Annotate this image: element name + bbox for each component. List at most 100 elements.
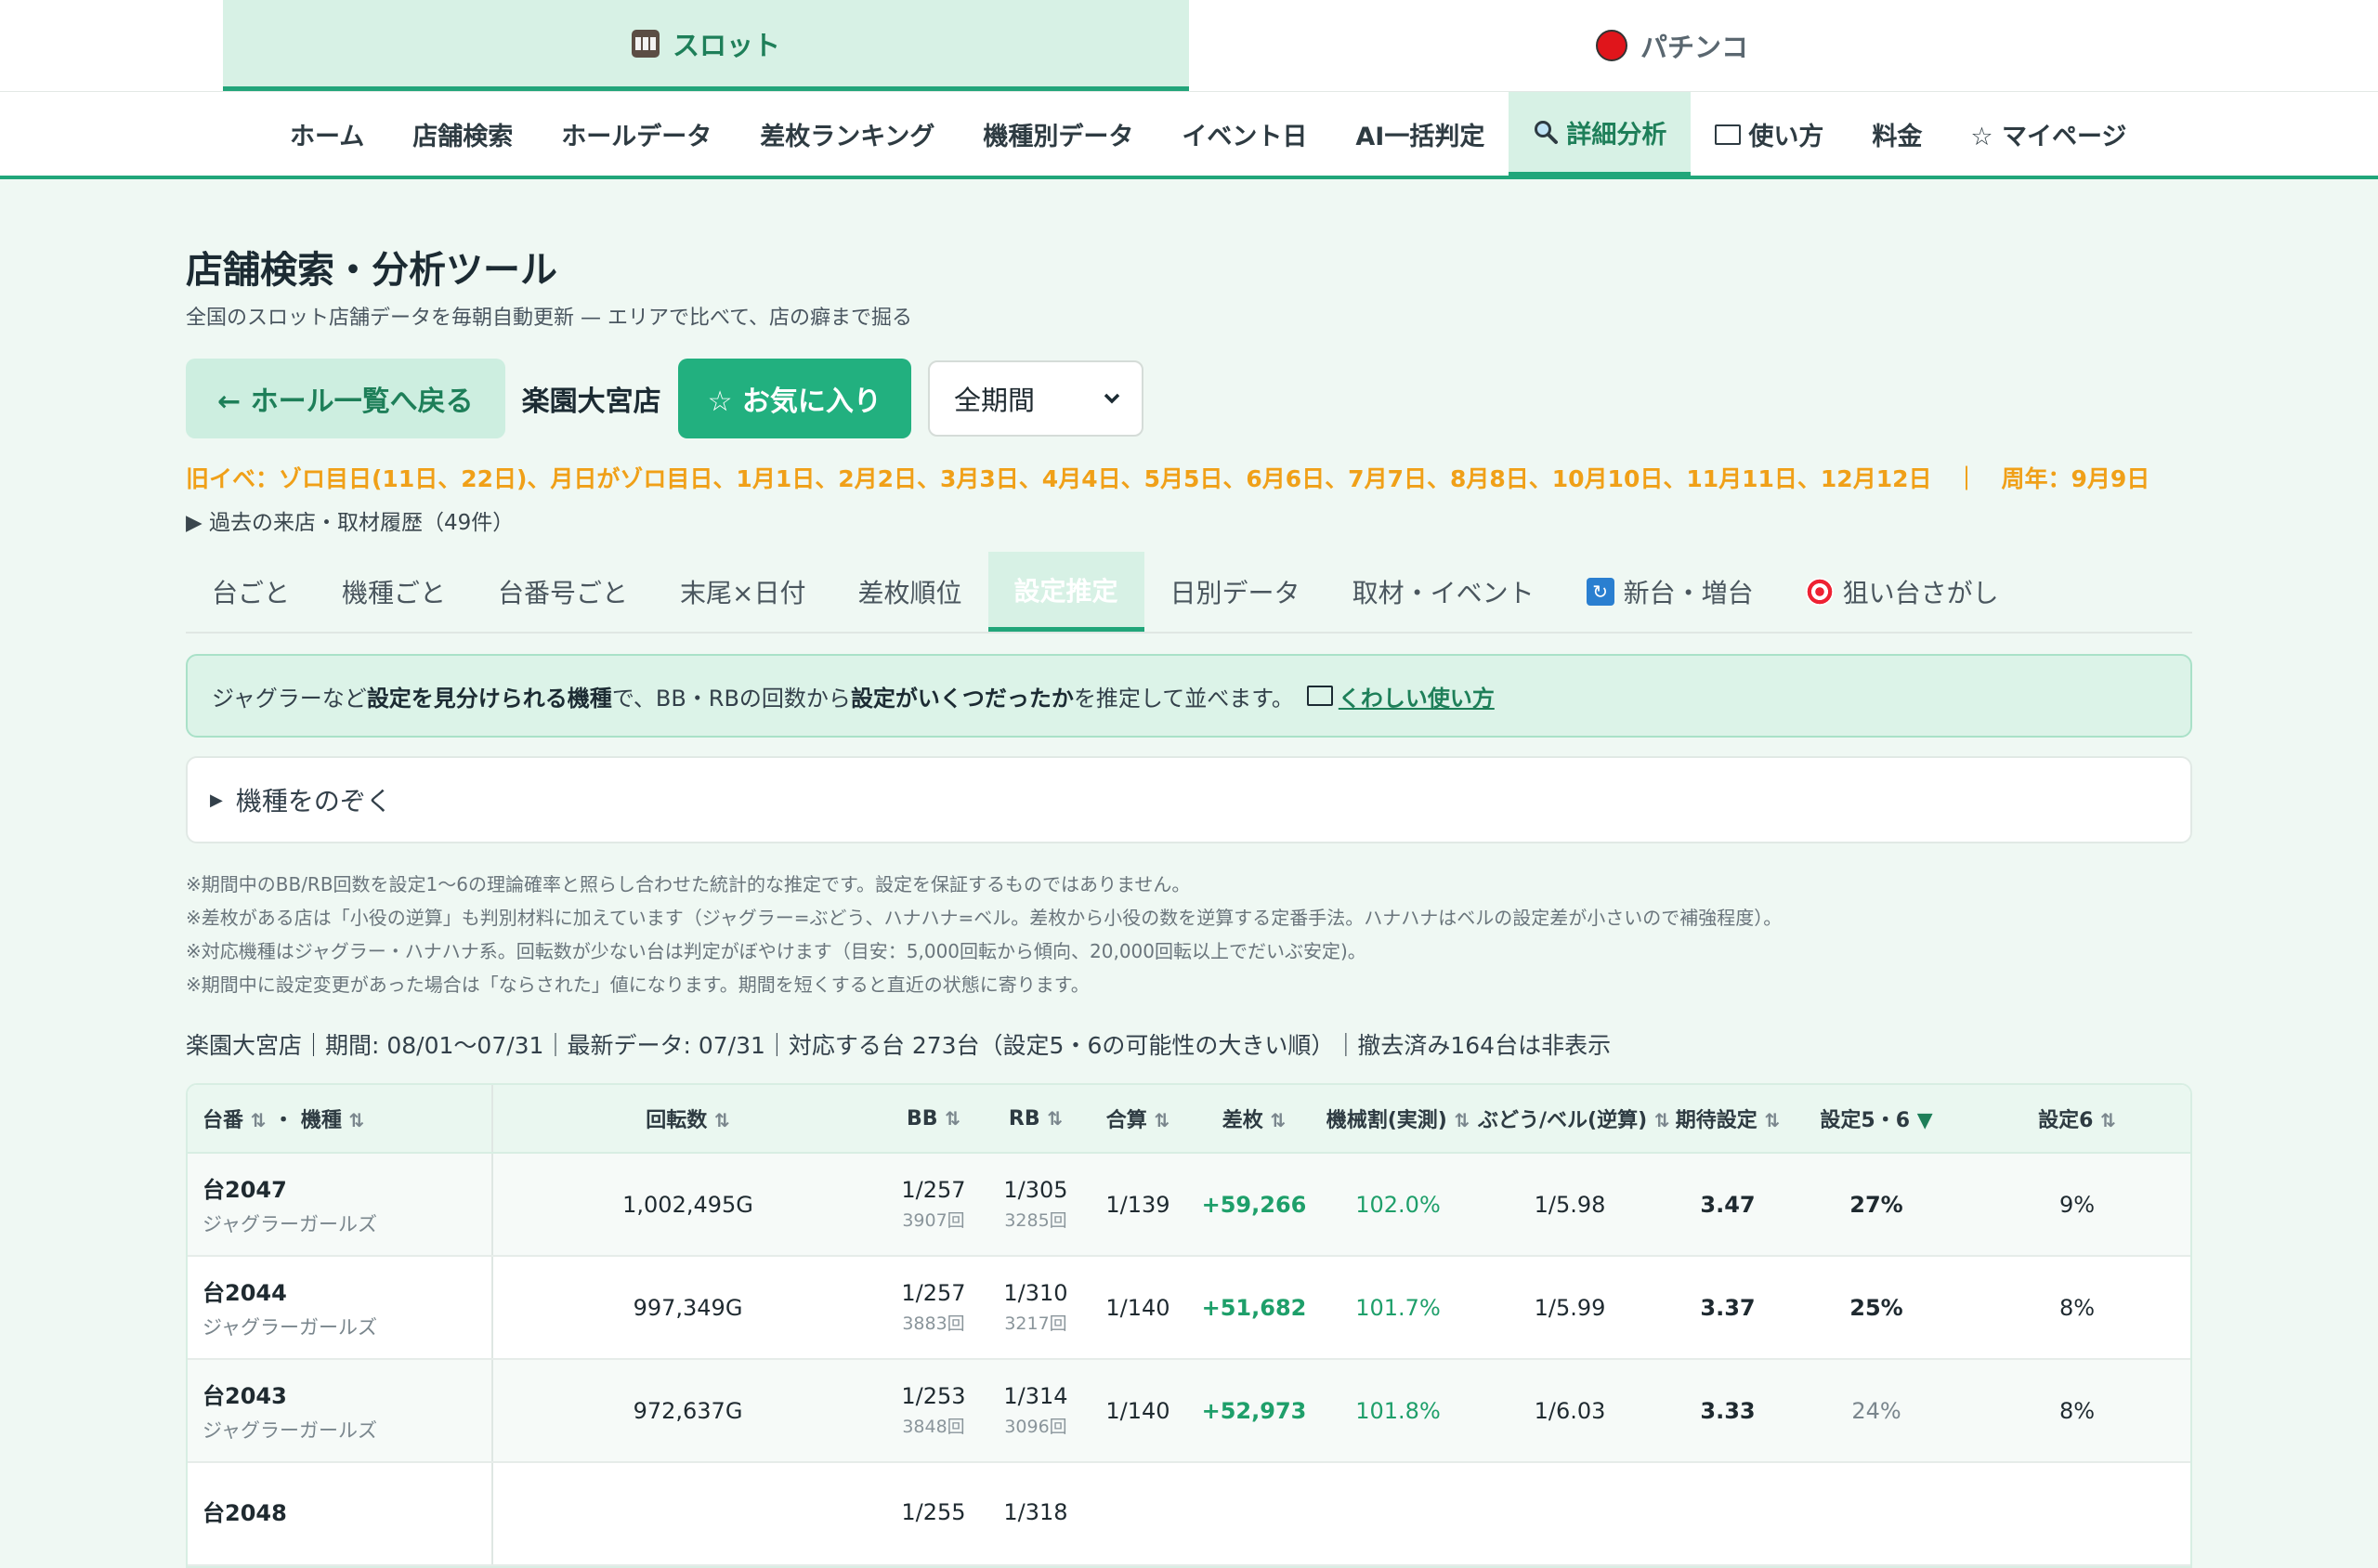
period-select[interactable]: 全期間 [927,360,1143,437]
subtab-daily-data[interactable]: 日別データ [1144,552,1326,632]
setting-estimate-table: 台番 ⇅ ・ 機種 ⇅ 回転数 ⇅ BB ⇅ RB ⇅ 合算 ⇅ 差枚 ⇅ 機械… [186,1083,2192,1568]
nav-hall-data[interactable]: ホールデータ [537,92,736,176]
mode-tab-pachinko[interactable]: パチンコ [1189,0,2155,91]
info-text: ジャグラーなど [212,685,367,712]
col-grape-header[interactable]: ぶどう/ベル(逆算) ⇅ [1477,1085,1670,1154]
note-line: ※期間中のBB/RB回数を設定1〜6の理論確率と照らし合わせた統計的な推定です。… [186,873,1191,895]
cell-bb: 1/257 3883回 [882,1256,985,1360]
cell-spins: 972,637G [492,1359,882,1463]
cell-grape: 1/5.99 [1477,1256,1663,1360]
subtab-target-search[interactable]: 狙い台さがし [1780,552,2025,632]
main-nav: ホーム 店舗検索 ホールデータ 差枚ランキング 機種別データ イベント日 AI一… [0,91,2378,179]
col-payout-header[interactable]: 機械割(実測) ⇅ [1319,1085,1477,1154]
rb-prob: 1/310 [1003,1280,1068,1306]
header-label: 合算 [1105,1109,1147,1132]
nav-detail-analysis[interactable]: 詳細分析 [1509,92,1692,176]
notes: ※期間中のBB/RB回数を設定1〜6の理論確率と照らし合わせた統計的な推定です。… [186,868,1782,1001]
nav-ai-judge[interactable]: AI一括判定 [1331,92,1509,176]
col-bb-header[interactable]: BB ⇅ [882,1085,985,1154]
nav-label: AI一括判定 [1355,123,1485,151]
chevron-down-icon [1104,393,1120,404]
cell-s6: 8% [1960,1359,2190,1463]
cell-bb: 1/257 3907回 [882,1153,985,1257]
mode-tab-label: パチンコ [1640,32,1748,63]
header-label: ・ [273,1109,294,1132]
header-label: 設定6 [2038,1109,2094,1132]
subtab-per-machine[interactable]: 台ごと [186,552,316,632]
cell-expected: 3.47 [1663,1153,1793,1257]
nav-diff-ranking[interactable]: 差枚ランキング [736,92,959,176]
col-spins-header[interactable]: 回転数 ⇅ [492,1085,882,1154]
table-row[interactable]: 台2043 ジャグラーガールズ 972,637G 1/253 3848回 1/314 309… [188,1359,2190,1463]
table-row[interactable]: 台2047 ジャグラーガールズ 1,002,495G 1/257 3907回 1/305 3… [188,1153,2190,1257]
cell-expected [1663,1462,1793,1566]
note-line: ※差枚がある店は「小役の逆算」も判別材料に加えています（ジャグラー=ぶどう、ハナ… [186,907,1783,929]
how-to-link[interactable]: くわしい使い方 [1306,680,1495,712]
cell-payout: 102.0% [1319,1153,1477,1257]
nav-label: 詳細分析 [1566,120,1667,150]
cell-machine: 台2043 ジャグラーガールズ [188,1359,493,1463]
nav-home[interactable]: ホーム [266,92,388,176]
analysis-subtabs: 台ごと 機種ごと 台番号ごと 末尾×日付 差枚順位 設定推定 日別データ 取材・… [186,552,2192,634]
cell-expected: 3.33 [1663,1359,1793,1463]
header-label: 回転数 [646,1109,708,1132]
table-row[interactable]: 台2044 ジャグラーガールズ 997,349G 1/257 3883回 1/310 321… [188,1256,2190,1360]
col-total-header[interactable]: 合算 ⇅ [1087,1085,1189,1154]
nav-store-search[interactable]: 店舗検索 [388,92,537,176]
cell-rb: 1/314 3096回 [985,1359,1087,1463]
nav-pricing[interactable]: 料金 [1848,92,1946,176]
mode-tab-slot[interactable]: スロット [223,0,1189,91]
col-s56-header[interactable]: 設定5・6 ▼ [1793,1085,1960,1154]
cell-s56: 24% [1793,1359,1960,1463]
book-icon [1715,124,1742,145]
cell-expected: 3.37 [1663,1256,1793,1360]
sort-icon: ⇅ [1154,1109,1170,1131]
cell-s6 [1960,1462,2190,1566]
subtab-label: 機種ごと [342,578,447,608]
sort-icon: ⇅ [945,1106,960,1130]
sort-icon: ⇅ [1270,1109,1287,1131]
cell-s56: 25% [1793,1256,1960,1360]
subtab-suffix-date[interactable]: 末尾×日付 [654,552,831,632]
subtab-label: 日別データ [1169,578,1300,608]
subtab-label: 末尾×日付 [680,578,806,608]
nav-label: ホールデータ [561,123,712,151]
store-toolbar: ← ホール一覧へ戻る 楽園大宮店 ☆ お気に入り 全期間 [186,359,1143,438]
nav-event-day[interactable]: イベント日 [1157,92,1331,176]
table-row[interactable]: 台2048 1/255 1/318 [188,1462,2190,1566]
subtab-diff-rank[interactable]: 差枚順位 [832,552,988,632]
col-s6-header[interactable]: 設定6 ⇅ [1960,1085,2190,1154]
subtab-label: 設定推定 [1013,575,1118,607]
rb-prob: 1/314 [1003,1383,1068,1409]
nav-label: ホーム [290,123,365,151]
visit-history-toggle[interactable]: ▶ 過去の来店・取材履歴（49件） [186,504,514,536]
cell-machine: 台2044 ジャグラーガールズ [188,1256,493,1360]
bb-prob: 1/257 [901,1280,966,1306]
red-ball-icon [1595,30,1627,61]
header-label: 機種 [300,1109,342,1132]
nav-how-to[interactable]: 使い方 [1691,92,1848,176]
mode-tab-label: スロット [672,29,780,61]
nav-machine-data[interactable]: 機種別データ [959,92,1157,176]
col-expected-header[interactable]: 期待設定 ⇅ [1663,1085,1793,1154]
nav-mypage[interactable]: ☆ マイページ [1946,92,2150,176]
subtab-coverage-event[interactable]: 取材・イベント [1326,552,1561,632]
header-label: 差枚 [1222,1109,1263,1132]
sort-icon: ⇅ [1047,1106,1064,1130]
bb-count: 3883回 [902,1313,965,1334]
col-machine-header[interactable]: 台番 ⇅ ・ 機種 ⇅ [188,1085,493,1154]
favorite-button[interactable]: ☆ お気に入り [677,359,911,438]
subtab-new-machines[interactable]: ↻ 新台・増台 [1561,552,1780,632]
col-rb-header[interactable]: RB ⇅ [985,1085,1087,1154]
subtab-per-number[interactable]: 台番号ごと [472,552,654,632]
back-to-hall-list-button[interactable]: ← ホール一覧へ戻る [186,359,505,438]
info-text: で、BB・RBの回数から [611,685,851,712]
subtab-setting-estimate[interactable]: 設定推定 [987,552,1144,632]
subtab-per-model[interactable]: 機種ごと [316,552,472,632]
col-diff-header[interactable]: 差枚 ⇅ [1189,1085,1319,1154]
cell-grape [1477,1462,1663,1566]
cell-machine: 台2047 ジャグラーガールズ [188,1153,493,1257]
machine-model: ジャグラーガールズ [203,1419,377,1442]
note-line: ※期間中に設定変更があった場合は「ならされた」値になります。期間を短くすると直近… [186,973,1090,996]
exclude-models-toggle[interactable]: ▶ 機種をのぞく [186,756,2192,843]
